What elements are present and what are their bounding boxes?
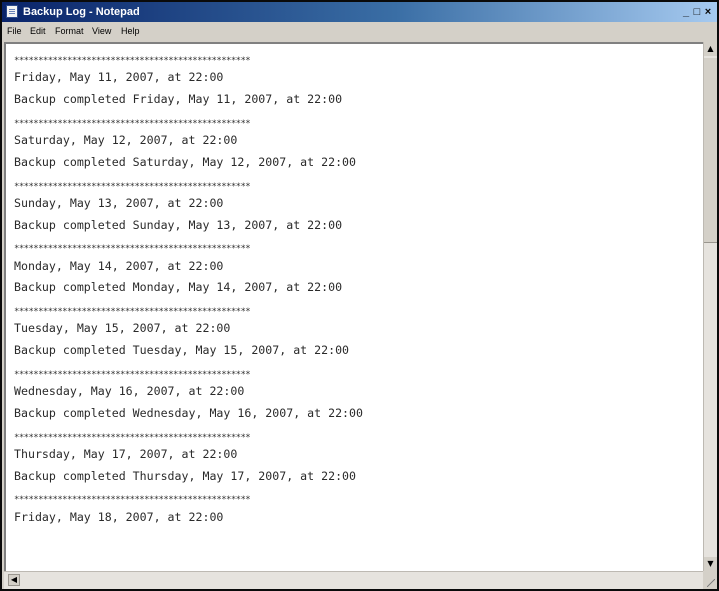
log-line: Backup completed Sunday, May 13, 2007, a… xyxy=(14,217,343,232)
scroll-up-button[interactable]: ▲ xyxy=(704,42,717,56)
minimize-button[interactable]: _ xyxy=(681,5,691,19)
close-button[interactable]: × xyxy=(703,5,713,19)
vertical-scroll-thumb[interactable] xyxy=(704,58,717,243)
notepad-window: Backup Log - Notepad _ □ × File Edit For… xyxy=(0,0,719,591)
resize-grip-icon[interactable] xyxy=(703,571,717,589)
menu-view[interactable]: View xyxy=(92,25,111,37)
caption-buttons: _ □ × xyxy=(681,5,713,19)
log-line: Wednesday, May 16, 2007, at 22:00 xyxy=(14,384,245,399)
scroll-left-button[interactable]: ◀ xyxy=(8,574,20,586)
window-title: Backup Log - Notepad xyxy=(23,6,140,18)
log-line: Tuesday, May 15, 2007, at 22:00 xyxy=(14,321,231,336)
maximize-button[interactable]: □ xyxy=(692,5,702,19)
log-line: Monday, May 14, 2007, at 22:00 xyxy=(14,258,224,273)
log-line: Backup completed Monday, May 14, 2007, a… xyxy=(14,280,343,295)
log-line: Backup completed Thursday, May 17, 2007,… xyxy=(14,468,357,483)
log-line: Backup completed Friday, May 11, 2007, a… xyxy=(14,91,343,106)
separator-line: ****************************************… xyxy=(14,432,251,443)
text-editor-area[interactable]: ****************************************… xyxy=(4,42,703,571)
horizontal-scrollbar[interactable]: ◀ xyxy=(4,571,703,589)
log-line: Saturday, May 12, 2007, at 22:00 xyxy=(14,132,238,147)
menu-format[interactable]: Format xyxy=(55,25,84,37)
log-line: Thursday, May 17, 2007, at 22:00 xyxy=(14,446,238,461)
title-bar[interactable]: Backup Log - Notepad _ □ × xyxy=(2,2,717,22)
menu-file[interactable]: File xyxy=(7,25,22,37)
log-line: Backup completed Saturday, May 12, 2007,… xyxy=(14,154,357,169)
separator-line: ****************************************… xyxy=(14,56,251,66)
log-text: ****************************************… xyxy=(14,56,363,528)
menu-help[interactable]: Help xyxy=(121,25,140,37)
separator-line: ****************************************… xyxy=(14,369,251,380)
menu-edit[interactable]: Edit xyxy=(30,25,46,37)
scroll-down-button[interactable]: ▼ xyxy=(704,557,717,571)
vertical-scrollbar[interactable]: ▲ ▼ xyxy=(703,42,717,571)
separator-line: ****************************************… xyxy=(14,244,251,255)
log-line: Sunday, May 13, 2007, at 22:00 xyxy=(14,195,224,210)
separator-line: ****************************************… xyxy=(14,307,251,318)
notepad-icon[interactable] xyxy=(6,5,18,18)
separator-line: ****************************************… xyxy=(14,181,251,192)
log-line: Friday, May 11, 2007, at 22:00 xyxy=(14,70,224,85)
menu-bar: File Edit Format View Help xyxy=(2,22,717,40)
log-line: Backup completed Wednesday, May 16, 2007… xyxy=(14,405,364,420)
log-line: Friday, May 18, 2007, at 22:00 xyxy=(14,509,224,524)
separator-line: ****************************************… xyxy=(14,495,251,506)
separator-line: ****************************************… xyxy=(14,118,251,129)
log-line: Backup completed Tuesday, May 15, 2007, … xyxy=(14,343,350,358)
